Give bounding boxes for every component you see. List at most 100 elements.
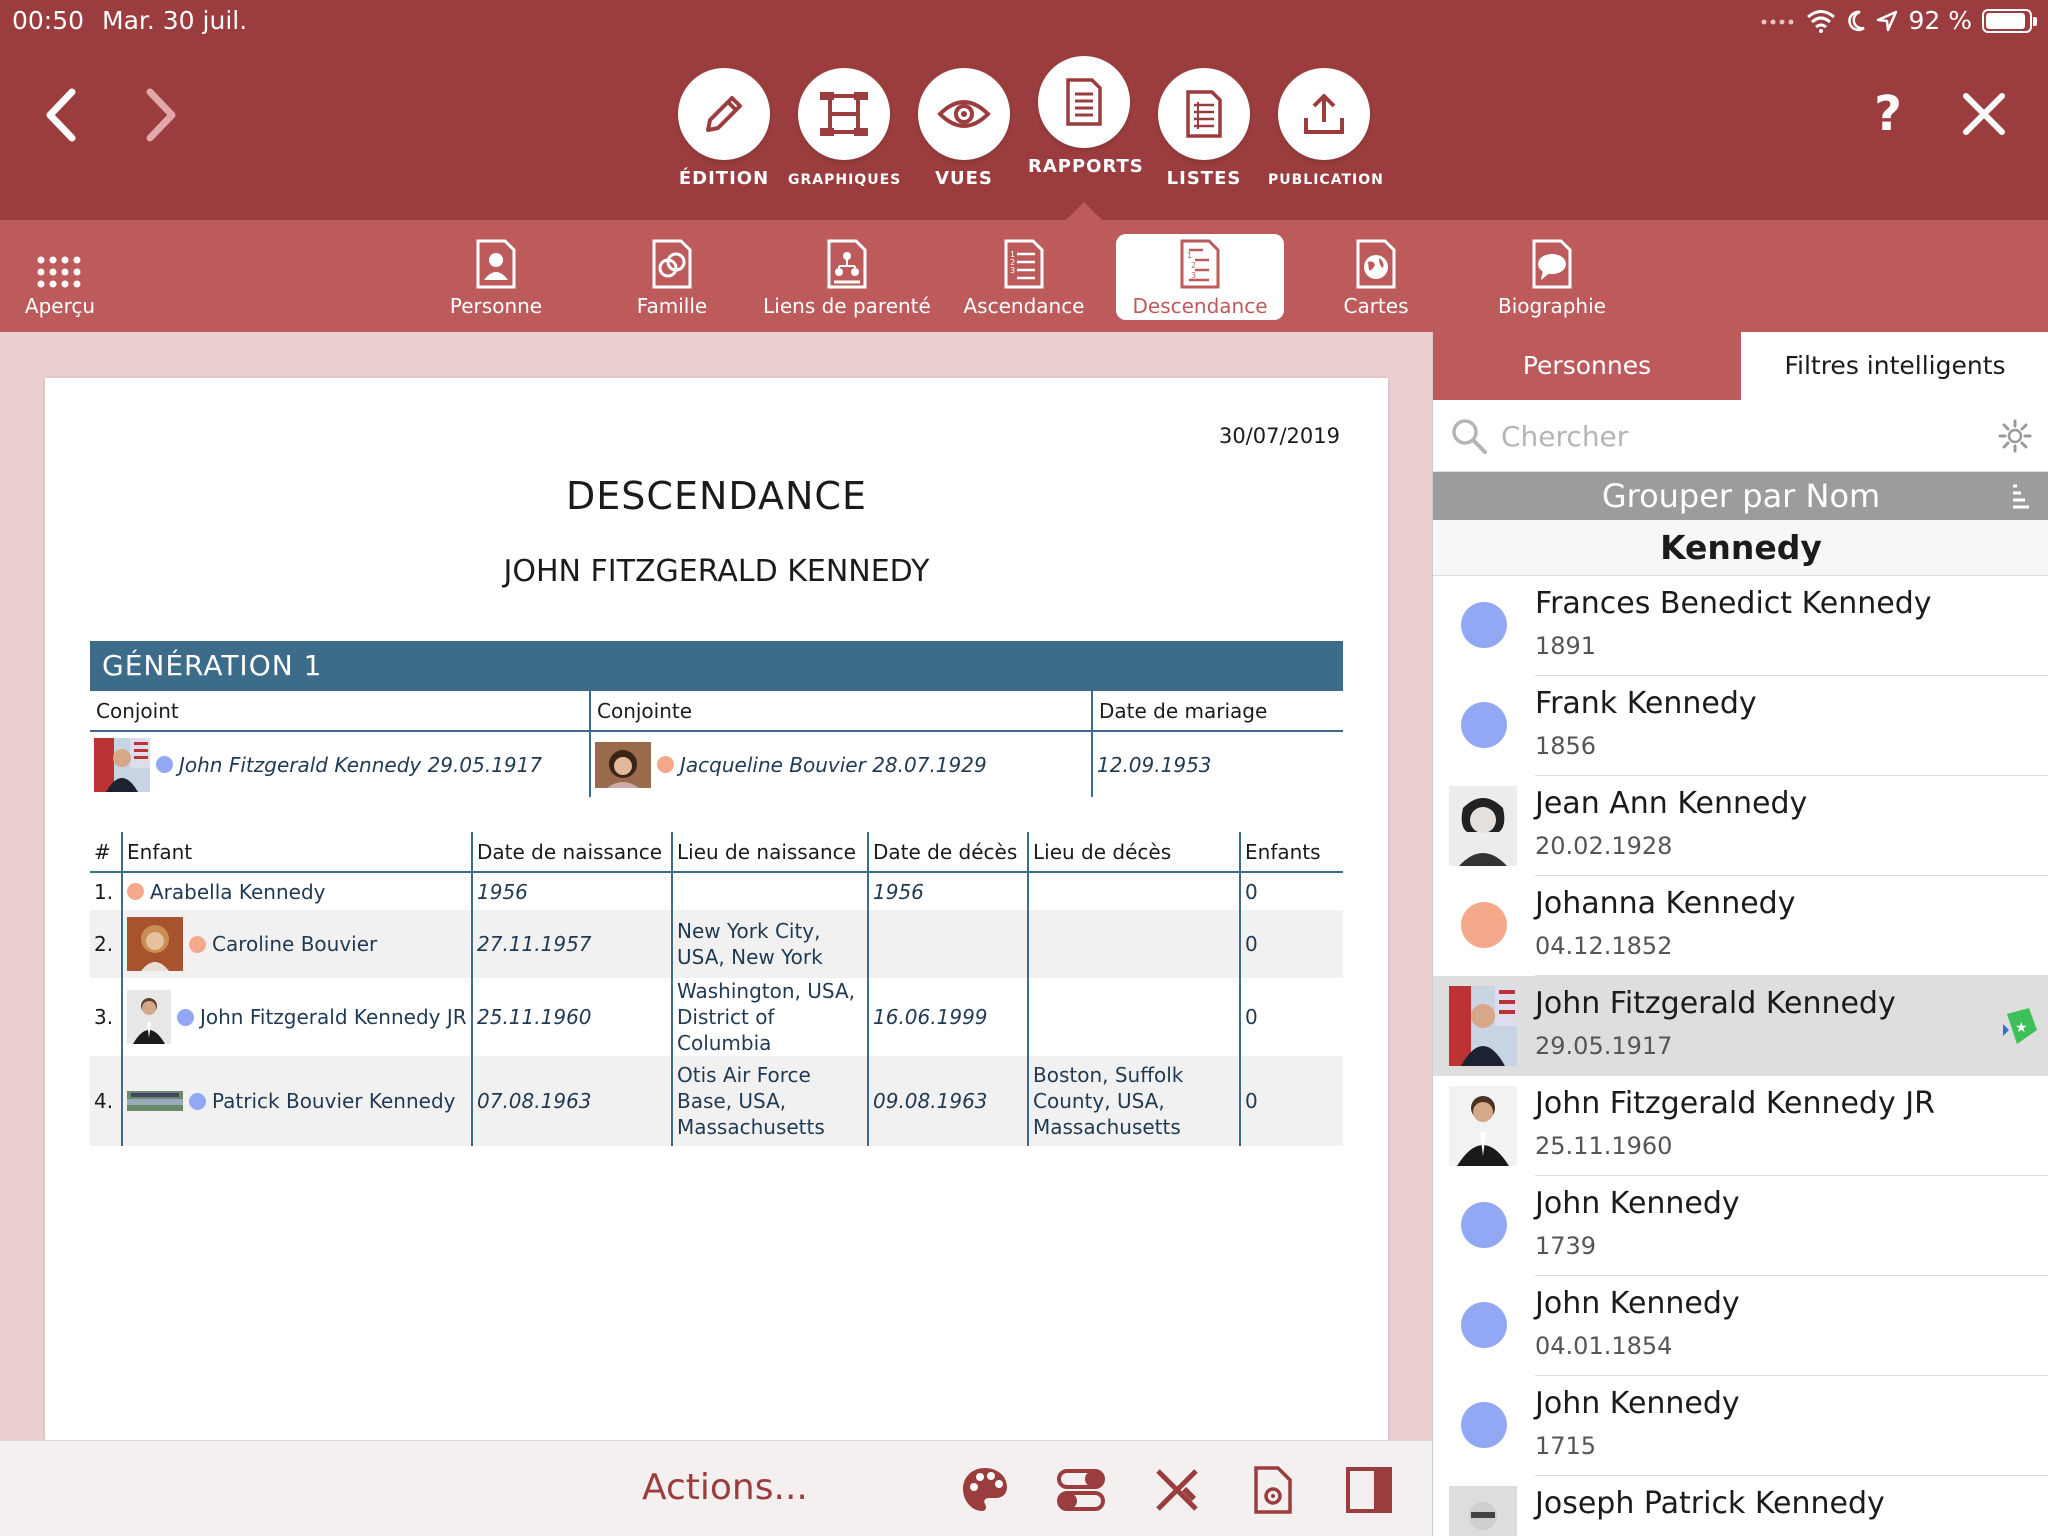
- battery-level: [1986, 12, 2025, 29]
- mode-label: VUES: [935, 168, 993, 189]
- tab-apercu[interactable]: Aperçu: [0, 234, 120, 320]
- search-input[interactable]: [1501, 414, 1961, 458]
- table-row[interactable]: 1. Arabella Kennedy 1956 1956 0: [90, 872, 1343, 910]
- mode-label: GRAPHIQUES: [788, 172, 902, 188]
- list-item[interactable]: John Kennedy 1739: [1433, 1176, 2048, 1276]
- female-dot: [127, 883, 144, 900]
- tab-famille[interactable]: Famille: [600, 234, 744, 320]
- wife-name: Jacqueline Bouvier 28.07.1929: [680, 752, 987, 777]
- person-list: Frances Benedict Kennedy 1891 Frank Kenned…: [1433, 576, 2048, 1536]
- person-date: 04.01.1854: [1535, 1332, 1673, 1360]
- tab-biographie[interactable]: Biographie: [1480, 234, 1624, 320]
- wife-photo: [595, 741, 651, 788]
- couple-header: Date de mariage: [1091, 691, 1343, 732]
- tab-personne[interactable]: Personne: [424, 234, 568, 320]
- list-item[interactable]: John Fitzgerald Kennedy 29.05.1917 ★: [1433, 976, 2048, 1076]
- group-by-bar[interactable]: Grouper par Nom: [1433, 472, 2048, 520]
- table-row[interactable]: 3. John Fitzgerald Kennedy JR 25.11.1960…: [90, 978, 1343, 1056]
- ancestry-report-icon: 123: [954, 234, 1094, 290]
- person-date: 25.11.1960: [1535, 1132, 1673, 1160]
- svg-text:3: 3: [1010, 266, 1015, 275]
- list-item[interactable]: Johanna Kennedy 04.12.1852: [1433, 876, 2048, 976]
- wife-cell[interactable]: Jacqueline Bouvier 28.07.1929: [589, 731, 1092, 797]
- list-item[interactable]: Frances Benedict Kennedy 1891: [1433, 576, 2048, 676]
- child-birth-date: 07.08.1963: [471, 1056, 672, 1146]
- male-dot: [189, 1092, 206, 1110]
- help-button[interactable]: ?: [1858, 84, 1918, 144]
- tools-icon[interactable]: [1152, 1465, 1202, 1515]
- child-death-place: Boston, Suffolk County, USA, Massachuset…: [1027, 1056, 1240, 1146]
- list-item[interactable]: Frank Kennedy 1856: [1433, 676, 2048, 776]
- male-dot: [156, 756, 173, 773]
- male-avatar-dot: [1461, 702, 1507, 748]
- segment-personnes[interactable]: Personnes: [1433, 332, 1741, 400]
- mode-edition-button[interactable]: ÉDITION: [668, 68, 780, 189]
- chart-tree-icon: [798, 68, 890, 160]
- table-row[interactable]: 2. Caroline Bouvier 27.11.1957 New York …: [90, 910, 1343, 978]
- child-name: Caroline Bouvier: [212, 932, 378, 956]
- child-birth-place: [671, 872, 868, 910]
- sidebar-toggle-icon[interactable]: [1344, 1465, 1394, 1515]
- bottom-toolbar: Actions...: [0, 1440, 1432, 1536]
- forward-arrow-icon[interactable]: [136, 80, 186, 150]
- mode-graphiques-button[interactable]: GRAPHIQUES: [788, 68, 900, 188]
- couple-header: Conjoint: [90, 691, 590, 732]
- children-header: Lieu de décès: [1027, 832, 1240, 873]
- tab-descendance[interactable]: 123 Descendance: [1116, 234, 1284, 320]
- mode-listes-button[interactable]: LISTES: [1148, 68, 1260, 189]
- segment-filtres-intelligents[interactable]: Filtres intelligents: [1741, 332, 2048, 400]
- child-birth-date: 25.11.1960: [471, 978, 672, 1056]
- person-name: John Kennedy: [1535, 1386, 1740, 1421]
- list-item[interactable]: John Fitzgerald Kennedy JR 25.11.1960: [1433, 1076, 2048, 1176]
- husband-cell[interactable]: John Fitzgerald Kennedy 29.05.1917: [90, 731, 590, 797]
- sort-icon[interactable]: [2009, 482, 2033, 510]
- child-children-count: 0: [1239, 872, 1343, 910]
- close-icon[interactable]: [1954, 84, 2014, 144]
- mode-vues-button[interactable]: VUES: [908, 68, 1020, 189]
- report-subtitle: JOHN FITZGERALD KENNEDY: [503, 554, 930, 589]
- mode-rapports-button[interactable]: RAPPORTS: [1028, 56, 1143, 177]
- child-name: John Fitzgerald Kennedy JR: [200, 1005, 467, 1029]
- table-row[interactable]: 4. Patrick Bouvier Kennedy 07.08.1963 Ot…: [90, 1056, 1343, 1146]
- document-settings-icon[interactable]: [1248, 1465, 1298, 1515]
- tab-label: Famille: [636, 294, 708, 318]
- palette-icon[interactable]: [960, 1465, 1010, 1515]
- list-item[interactable]: Jean Ann Kennedy 20.02.1928: [1433, 776, 2048, 876]
- list-item[interactable]: Joseph Patrick Kennedy: [1433, 1476, 2048, 1536]
- list-item[interactable]: John Kennedy 04.01.1854: [1433, 1276, 2048, 1376]
- child-birth-date: 27.11.1957: [471, 910, 672, 978]
- child-death-place: [1027, 872, 1240, 910]
- mode-label: PUBLICATION: [1268, 172, 1384, 188]
- bookmark-tag-icon[interactable]: ★: [1999, 1006, 2039, 1046]
- search-icon: [1452, 419, 1487, 454]
- person-name: John Kennedy: [1535, 1286, 1740, 1321]
- person-photo: [1449, 986, 1517, 1066]
- person-panel: Personnes Filtres intelligents Grouper p…: [1432, 332, 2048, 1536]
- child-birth-place: Washington, USA, District of Columbia: [671, 978, 868, 1056]
- person-date: 04.12.1852: [1535, 932, 1673, 960]
- tab-cartes[interactable]: Cartes: [1310, 234, 1442, 320]
- gear-icon[interactable]: [1997, 418, 2033, 454]
- person-date: 1891: [1535, 632, 1597, 660]
- child-children-count: 0: [1239, 910, 1343, 978]
- child-birth-place: New York City, USA, New York: [671, 910, 868, 978]
- globe-report-icon: [1310, 234, 1442, 290]
- tab-liens-de-parente[interactable]: Liens de parenté: [760, 234, 934, 320]
- toggle-settings-icon[interactable]: [1056, 1465, 1106, 1515]
- group-section-header: Kennedy: [1433, 520, 2048, 576]
- back-arrow-icon[interactable]: [36, 80, 86, 150]
- tab-label: Biographie: [1498, 294, 1606, 318]
- panel-segmented-control: Personnes Filtres intelligents: [1433, 332, 2048, 400]
- svg-text:1: 1: [1187, 251, 1192, 260]
- list-item[interactable]: John Kennedy 1715: [1433, 1376, 2048, 1476]
- person-date: 1715: [1535, 1432, 1597, 1460]
- mode-publication-button[interactable]: PUBLICATION: [1268, 68, 1384, 188]
- mode-label: ÉDITION: [678, 168, 770, 189]
- female-dot: [657, 756, 674, 773]
- relationship-report-icon: [760, 234, 934, 290]
- actions-button[interactable]: Actions...: [642, 1467, 808, 1508]
- child-children-count: 0: [1239, 978, 1343, 1056]
- tab-ascendance[interactable]: 123 Ascendance: [954, 234, 1094, 320]
- grid-icon: [0, 234, 120, 290]
- child-name: Arabella Kennedy: [150, 879, 326, 904]
